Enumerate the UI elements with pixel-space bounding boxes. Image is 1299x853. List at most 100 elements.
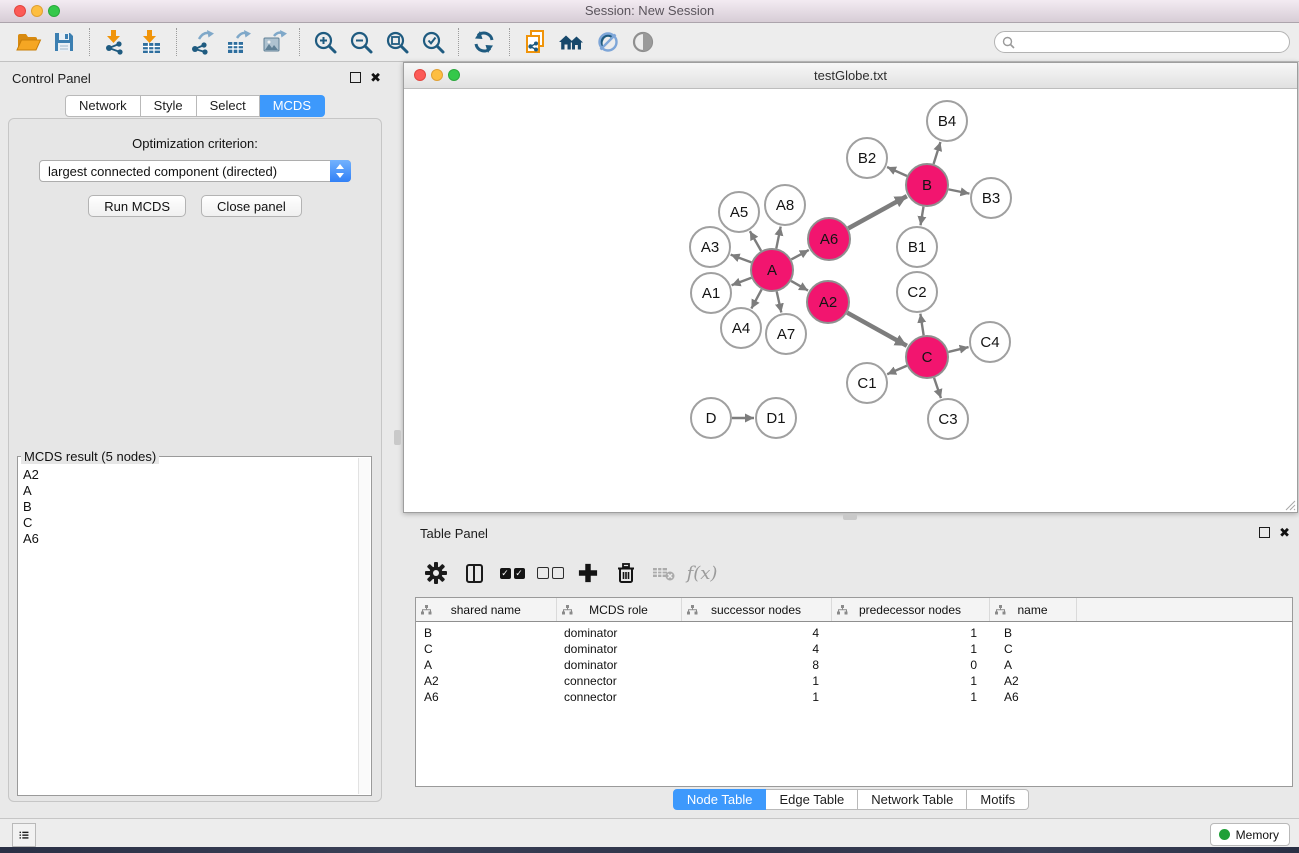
export-table-button[interactable] <box>220 25 256 59</box>
tab-network-table[interactable]: Network Table <box>858 789 967 810</box>
column-header[interactable]: MCDS role <box>556 598 681 622</box>
table-cell[interactable]: 1 <box>831 622 989 642</box>
tab-motifs[interactable]: Motifs <box>967 789 1029 810</box>
table-cell[interactable]: dominator <box>556 641 681 657</box>
maximize-traffic-light[interactable] <box>448 69 460 81</box>
table-cell[interactable]: A2 <box>416 673 556 689</box>
memory-button[interactable]: Memory <box>1210 823 1290 846</box>
mcds-result-item[interactable]: C <box>19 515 358 531</box>
show-graphics-button[interactable] <box>625 25 661 59</box>
task-history-button[interactable] <box>12 823 36 847</box>
refresh-button[interactable] <box>466 25 502 59</box>
select-stepper-icon[interactable] <box>330 160 351 182</box>
zoom-in-button[interactable] <box>307 25 343 59</box>
graph-edge-A-A8 <box>776 227 780 249</box>
delete-column-button[interactable] <box>607 555 645 591</box>
table-cell[interactable]: A <box>416 657 556 673</box>
deselect-all-columns-button[interactable] <box>531 555 569 591</box>
open-session-button[interactable] <box>10 25 46 59</box>
column-type-icon <box>562 605 573 615</box>
close-panel-button[interactable]: Close panel <box>201 195 302 217</box>
table-row[interactable]: Adominator80A <box>416 657 1292 673</box>
search-input[interactable] <box>1019 34 1289 50</box>
column-header[interactable]: name <box>989 598 1076 622</box>
tab-mcds[interactable]: MCDS <box>260 95 325 117</box>
table-cell[interactable]: C <box>416 641 556 657</box>
mcds-result-item[interactable]: A2 <box>19 467 358 483</box>
table-settings-button[interactable] <box>417 555 455 591</box>
zoom-out-button[interactable] <box>343 25 379 59</box>
table-cell[interactable]: 1 <box>831 641 989 657</box>
table-cell[interactable]: C <box>989 641 1076 657</box>
table-cell[interactable]: connector <box>556 673 681 689</box>
column-header[interactable]: successor nodes <box>681 598 831 622</box>
table-cell[interactable]: 1 <box>831 689 989 705</box>
search-box[interactable] <box>994 31 1290 53</box>
close-panel-icon[interactable]: ✖ <box>1279 527 1290 538</box>
zoom-fit-button[interactable] <box>379 25 415 59</box>
table-row[interactable]: Cdominator41C <box>416 641 1292 657</box>
table-cell[interactable]: B <box>416 622 556 642</box>
export-network-button[interactable] <box>184 25 220 59</box>
node-table-container[interactable]: shared nameMCDS role successor nodes prede… <box>415 597 1293 787</box>
table-row[interactable]: Bdominator41B <box>416 622 1292 642</box>
table-cell[interactable]: dominator <box>556 622 681 642</box>
column-header-label: successor nodes <box>711 603 801 617</box>
minimize-traffic-light[interactable] <box>431 69 443 81</box>
mcds-result-item[interactable]: B <box>19 499 358 515</box>
tab-select[interactable]: Select <box>197 95 260 117</box>
table-cell[interactable]: 0 <box>831 657 989 673</box>
table-cell[interactable]: 8 <box>681 657 831 673</box>
table-cell[interactable]: A2 <box>989 673 1076 689</box>
float-panel-icon[interactable] <box>1259 527 1270 538</box>
float-panel-icon[interactable] <box>350 72 361 83</box>
run-mcds-button[interactable]: Run MCDS <box>88 195 186 217</box>
import-table-button[interactable] <box>133 25 169 59</box>
table-row[interactable]: A6connector11A6 <box>416 689 1292 705</box>
table-cell[interactable]: A6 <box>416 689 556 705</box>
save-session-button[interactable] <box>46 25 82 59</box>
table-cell[interactable]: A6 <box>989 689 1076 705</box>
table-cell[interactable]: 1 <box>831 673 989 689</box>
close-panel-icon[interactable]: ✖ <box>370 72 381 83</box>
home-button[interactable] <box>553 25 589 59</box>
add-column-button[interactable] <box>569 555 607 591</box>
table-row[interactable]: A2connector11A2 <box>416 673 1292 689</box>
tab-edge-table[interactable]: Edge Table <box>766 789 858 810</box>
column-header[interactable]: predecessor nodes <box>831 598 989 622</box>
table-cell[interactable]: 1 <box>681 689 831 705</box>
export-image-button[interactable] <box>256 25 292 59</box>
minimize-traffic-light[interactable] <box>31 5 43 17</box>
network-canvas[interactable]: AA1A2A3A4A5A6A7A8BB1B2B3B4CC1C2C3C4DD1 <box>404 89 1297 512</box>
function-builder-button[interactable]: f(x) <box>683 555 721 591</box>
table-cell[interactable]: 1 <box>681 673 831 689</box>
select-all-columns-button[interactable]: ✓✓ <box>493 555 531 591</box>
network-graph[interactable]: AA1A2A3A4A5A6A7A8BB1B2B3B4CC1C2C3C4DD1 <box>404 89 1297 513</box>
result-scrollbar[interactable] <box>358 458 370 794</box>
resize-grip-icon[interactable] <box>1282 497 1296 511</box>
table-cell[interactable]: connector <box>556 689 681 705</box>
delete-table-button[interactable] <box>645 555 683 591</box>
show-columns-button[interactable] <box>455 555 493 591</box>
maximize-traffic-light[interactable] <box>48 5 60 17</box>
criterion-select[interactable]: largest connected component (directed) <box>39 160 351 182</box>
close-traffic-light[interactable] <box>14 5 26 17</box>
close-traffic-light[interactable] <box>414 69 426 81</box>
zoom-selected-button[interactable] <box>415 25 451 59</box>
table-cell[interactable]: A <box>989 657 1076 673</box>
table-cell[interactable]: 4 <box>681 622 831 642</box>
hide-graphics-button[interactable] <box>589 25 625 59</box>
table-cell[interactable]: B <box>989 622 1076 642</box>
table-cell[interactable]: dominator <box>556 657 681 673</box>
mcds-result-item[interactable]: A6 <box>19 531 358 547</box>
network-from-file-button[interactable] <box>517 25 553 59</box>
tab-network[interactable]: Network <box>65 95 141 117</box>
tab-node-table[interactable]: Node Table <box>673 789 767 810</box>
tab-style[interactable]: Style <box>141 95 197 117</box>
column-header[interactable]: shared name <box>416 598 556 622</box>
vertical-splitter-handle[interactable] <box>394 430 401 445</box>
horizontal-splitter-handle[interactable] <box>843 514 857 520</box>
table-cell[interactable]: 4 <box>681 641 831 657</box>
mcds-result-item[interactable]: A <box>19 483 358 499</box>
import-network-button[interactable] <box>97 25 133 59</box>
